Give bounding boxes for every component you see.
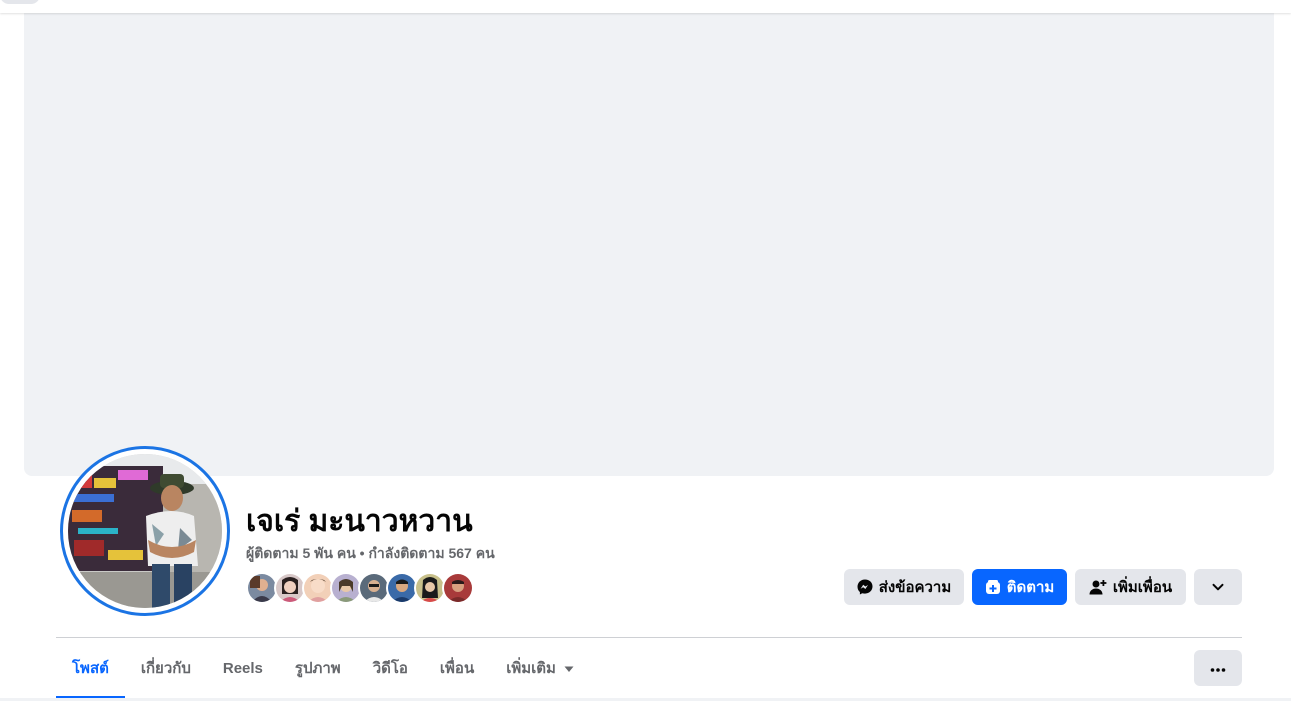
mutual-friends-avatars[interactable] [246, 572, 474, 606]
tab-label: เพิ่มเติม [506, 660, 556, 677]
follow-label: ติดตาม [1006, 579, 1055, 596]
profile-follow-stats: ผู้ติดตาม 5 พัน คน • กำลังติดตาม 567 คน [246, 543, 495, 565]
stats-separator: • [359, 545, 365, 561]
tabs-more-options-button[interactable] [1194, 650, 1242, 686]
profile-options-dropdown-button[interactable] [1194, 569, 1242, 605]
tab-label: โพสต์ [72, 660, 109, 677]
tab-label: Reels [222, 659, 263, 677]
cover-photo[interactable] [24, 13, 1274, 476]
tab-label: เพื่อน [439, 660, 475, 677]
tab-photos[interactable]: รูปภาพ [279, 638, 357, 698]
top-navigation-bar [0, 0, 1291, 13]
add-friend-button[interactable]: เพิ่มเพื่อน [1075, 569, 1186, 605]
following-count-link[interactable]: กำลังติดตาม 567 คน [368, 545, 494, 561]
friend-avatar[interactable] [442, 572, 474, 604]
add-friend-icon [1089, 579, 1107, 595]
top-bar-search-pill[interactable] [0, 0, 40, 4]
tab-label: เกี่ยวกับ [140, 660, 191, 677]
tab-label: วิดีโอ [372, 660, 408, 677]
profile-picture[interactable] [60, 446, 230, 616]
profile-tabs: โพสต์ เกี่ยวกับ Reels รูปภาพ วิดีโอ เพื่… [56, 638, 590, 699]
follow-button[interactable]: ติดตาม [972, 569, 1067, 605]
tab-more[interactable]: เพิ่มเติม [490, 638, 590, 698]
profile-avatar-image [68, 454, 222, 608]
more-icon [1210, 659, 1226, 677]
send-message-label: ส่งข้อความ [878, 579, 952, 596]
tab-about[interactable]: เกี่ยวกับ [125, 638, 207, 698]
tab-videos[interactable]: วิดีโอ [357, 638, 424, 698]
chevron-down-icon [1211, 580, 1225, 594]
followers-count-link[interactable]: ผู้ติดตาม 5 พัน คน [246, 545, 356, 561]
tab-friends[interactable]: เพื่อน [424, 638, 490, 698]
tab-posts[interactable]: โพสต์ [56, 638, 125, 699]
tab-label: รูปภาพ [294, 660, 341, 677]
messenger-icon [857, 579, 873, 595]
tab-reels[interactable]: Reels [207, 638, 279, 698]
profile-name: เจเร่ มะนาวหวาน [246, 505, 473, 538]
send-message-button[interactable]: ส่งข้อความ [844, 569, 964, 605]
add-friend-label: เพิ่มเพื่อน [1112, 579, 1173, 596]
follow-icon [985, 579, 1001, 595]
caret-down-icon [564, 660, 574, 677]
